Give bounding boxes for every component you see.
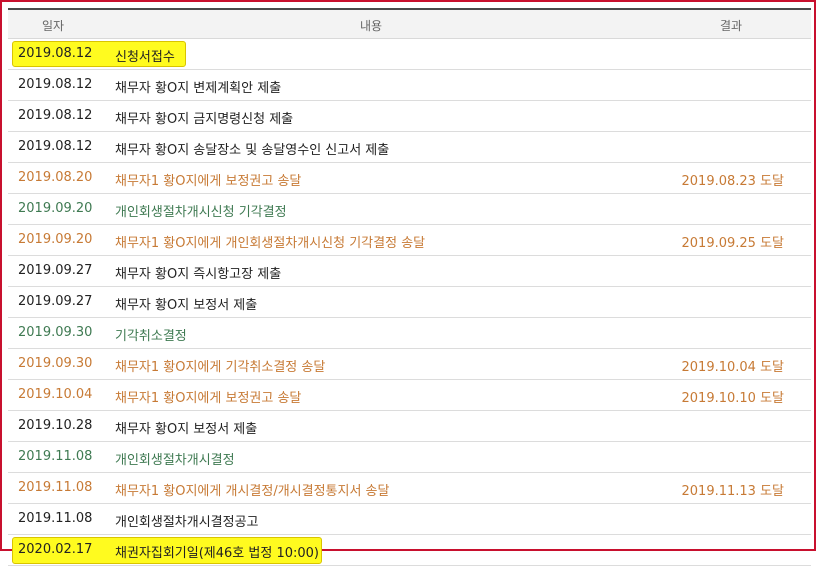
row-date: 2019.09.27 bbox=[18, 263, 93, 278]
row-date: 2019.08.12 bbox=[18, 108, 93, 123]
row-result: 2019.10.10 도달 bbox=[681, 391, 785, 406]
row-content: 채무자 황O지 보정서 제출 bbox=[115, 298, 258, 313]
table-row: 2020.02.17 채권자집회기일(제46호 법정 10:00) bbox=[8, 535, 811, 566]
row-content: 채무자 황O지 보정서 제출 bbox=[115, 422, 258, 437]
table-row: 2019.08.12 채무자 황O지 송달장소 및 송달영수인 신고서 제출 bbox=[8, 132, 811, 163]
row-content: 채무자1 황O지에게 개시결정/개시결정통지서 송달 bbox=[115, 484, 390, 499]
row-content: 채무자 황O지 금지명령신청 제출 bbox=[115, 112, 294, 127]
row-content: 개인회생절차개시신청 기각결정 bbox=[115, 205, 287, 220]
table-row: 2019.09.30 채무자1 황O지에게 기각취소결정 송달 2019.10.… bbox=[8, 349, 811, 380]
row-date: 2019.09.20 bbox=[18, 201, 93, 216]
row-result: 2019.09.25 도달 bbox=[681, 236, 785, 251]
table-row: 2019.10.04 채무자1 황O지에게 보정권고 송달 2019.10.10… bbox=[8, 380, 811, 411]
table-row: 2019.09.27 채무자 황O지 즉시항고장 제출 bbox=[8, 256, 811, 287]
table-row: 2019.11.08 채무자1 황O지에게 개시결정/개시결정통지서 송달 20… bbox=[8, 473, 811, 504]
row-date: 2019.09.30 bbox=[18, 356, 93, 371]
row-content: 채무자1 황O지에게 기각취소결정 송달 bbox=[115, 360, 326, 375]
row-date: 2019.10.28 bbox=[18, 418, 93, 433]
window-frame: 일자 내용 결과 2019.08.12 신청서접수 2019.08.12 채무자… bbox=[0, 0, 816, 566]
row-date: 2019.11.08 bbox=[18, 480, 93, 495]
table-row: 2019.08.12 신청서접수 bbox=[8, 39, 811, 70]
table-row: 2019.09.27 채무자 황O지 보정서 제출 bbox=[8, 287, 811, 318]
row-content: 기각취소결정 bbox=[115, 329, 187, 344]
row-content: 채무자 황O지 송달장소 및 송달영수인 신고서 제출 bbox=[115, 143, 390, 158]
table-row: 2019.10.28 채무자 황O지 보정서 제출 bbox=[8, 411, 811, 442]
row-content: 채무자1 황O지에게 개인회생절차개시신청 기각결정 송달 bbox=[115, 236, 426, 251]
row-date: 2019.09.20 bbox=[18, 232, 93, 247]
row-date: 2019.10.04 bbox=[18, 387, 93, 402]
row-content: 채무자 황O지 즉시항고장 제출 bbox=[115, 267, 282, 282]
case-progress-table: 일자 내용 결과 2019.08.12 신청서접수 2019.08.12 채무자… bbox=[8, 8, 811, 566]
row-date: 2019.09.27 bbox=[18, 294, 93, 309]
row-result: 2019.08.23 도달 bbox=[681, 174, 785, 189]
row-date: 2019.08.20 bbox=[18, 170, 93, 185]
table-row: 2019.09.30 기각취소결정 bbox=[8, 318, 811, 349]
row-content: 채무자1 황O지에게 보정권고 송달 bbox=[115, 391, 302, 406]
header-content: 내용 bbox=[360, 19, 383, 33]
table-row: 2019.08.12 채무자 황O지 변제계획안 제출 bbox=[8, 70, 811, 101]
table-row: 2019.11.08 개인회생절차개시결정공고 bbox=[8, 504, 811, 535]
row-content: 개인회생절차개시결정공고 bbox=[115, 515, 259, 530]
row-date: 2019.08.12 bbox=[18, 77, 93, 92]
row-date: 2019.11.08 bbox=[18, 511, 93, 526]
table-row: 2019.11.08 개인회생절차개시결정 bbox=[8, 442, 811, 473]
row-content: 개인회생절차개시결정 bbox=[115, 453, 235, 468]
row-date: 2019.08.12 bbox=[18, 46, 93, 61]
row-date: 2019.08.12 bbox=[18, 139, 93, 154]
header-date: 일자 bbox=[42, 19, 65, 33]
row-date: 2019.09.30 bbox=[18, 325, 93, 340]
row-date: 2019.11.08 bbox=[18, 449, 93, 464]
row-result: 2019.10.04 도달 bbox=[681, 360, 785, 375]
header-result: 결과 bbox=[720, 19, 743, 33]
table-header: 일자 내용 결과 bbox=[8, 10, 811, 39]
table-row: 2019.08.20 채무자1 황O지에게 보정권고 송달 2019.08.23… bbox=[8, 163, 811, 194]
row-result: 2019.11.13 도달 bbox=[681, 484, 785, 499]
row-content: 채무자 황O지 변제계획안 제출 bbox=[115, 81, 282, 96]
table-row: 2019.09.20 채무자1 황O지에게 개인회생절차개시신청 기각결정 송달… bbox=[8, 225, 811, 256]
row-content: 채무자1 황O지에게 보정권고 송달 bbox=[115, 174, 302, 189]
row-content: 신청서접수 bbox=[115, 50, 175, 65]
row-content: 채권자집회기일(제46호 법정 10:00) bbox=[115, 546, 319, 561]
table-row: 2019.08.12 채무자 황O지 금지명령신청 제출 bbox=[8, 101, 811, 132]
table-row: 2019.09.20 개인회생절차개시신청 기각결정 bbox=[8, 194, 811, 225]
